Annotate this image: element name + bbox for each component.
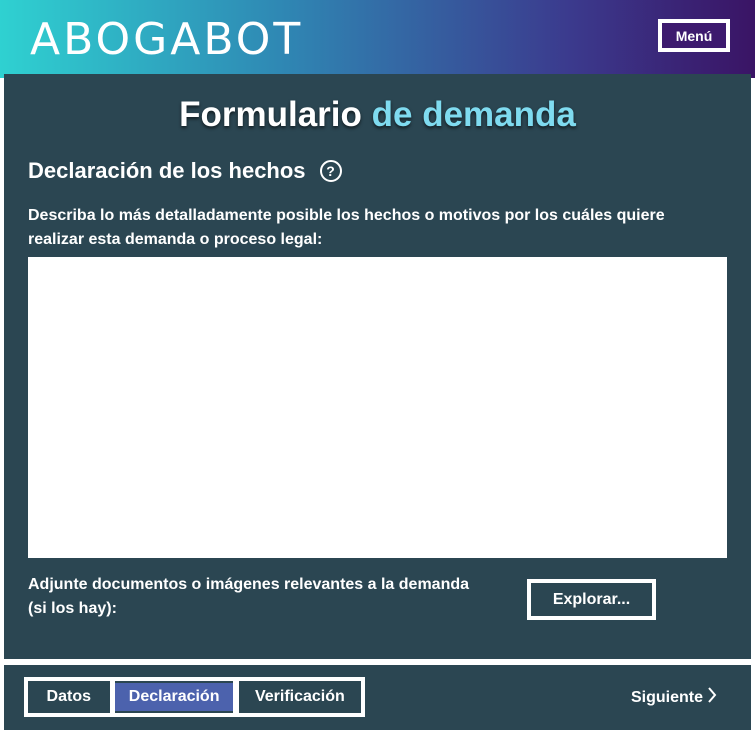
abogabot-logo[interactable]: ABOGABOT [30,14,303,66]
page-title: Formulario de demanda [4,94,751,136]
facts-description: Describa lo más detalladamente posible l… [28,207,665,248]
explore-button[interactable]: Explorar... [527,579,656,620]
next-label: Siguiente [631,688,704,706]
step-declaracion[interactable]: Declaración [115,683,233,711]
step-datos[interactable]: Datos [28,681,110,713]
page-title-part2: de demanda [371,95,576,134]
attach-label: Adjunte documentos o imágenes relevantes… [28,576,470,617]
app-header: ABOGABOT Menú [0,0,755,78]
form-footer: Datos Declaración Verificación Siguiente [4,665,751,730]
step-verificacion[interactable]: Verificación [239,681,361,713]
section-title: Declaración de los hechos ? [28,158,342,184]
next-button[interactable]: Siguiente [631,687,717,708]
facts-textarea[interactable] [28,257,727,558]
form-panel: Formulario de demanda Declaración de los… [4,74,751,659]
chevron-right-icon [707,687,717,708]
menu-button[interactable]: Menú [658,19,730,52]
page-title-part1: Formulario [179,95,362,134]
section-title-text: Declaración de los hechos [28,158,306,183]
help-icon[interactable]: ? [319,160,342,182]
step-navigation: Datos Declaración Verificación [24,677,365,717]
